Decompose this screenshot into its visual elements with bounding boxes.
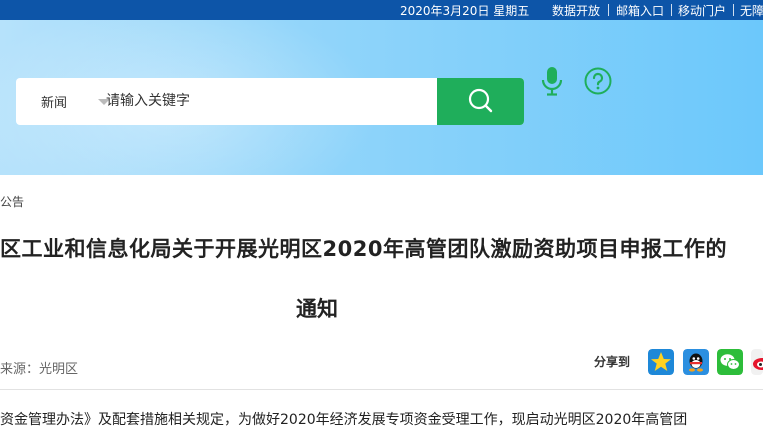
divider: [608, 4, 609, 16]
article-title: 区工业和信息化局关于开展光明区2020年高管团队激励资助项目申报工作的: [0, 237, 727, 261]
microphone-icon[interactable]: [540, 66, 564, 96]
help-icon[interactable]: [584, 67, 612, 95]
weibo-icon[interactable]: [751, 349, 763, 375]
link-open-data[interactable]: 数据开放: [552, 2, 600, 19]
qq-icon[interactable]: [683, 349, 709, 375]
breadcrumb[interactable]: 公告: [0, 193, 24, 210]
link-accessibility[interactable]: 无障: [740, 2, 763, 19]
article-body: 资金管理办法》及配套措施相关规定，为做好2020年经济发展专项资金受理工作，现启…: [0, 412, 688, 428]
article-title-continued: 通知: [296, 297, 338, 321]
article-source: 来源：光明区: [0, 362, 79, 377]
link-mailbox[interactable]: 邮箱入口: [616, 2, 664, 19]
link-mobile-portal[interactable]: 移动门户: [678, 2, 726, 19]
search-category-select[interactable]: 新闻: [41, 92, 67, 111]
qzone-icon[interactable]: [648, 349, 674, 375]
top-bar: 2020年3月20日 星期五 数据开放 邮箱入口 移动门户 无障: [0, 0, 763, 20]
section-divider: [0, 389, 763, 390]
search-input[interactable]: [106, 88, 426, 114]
share-label: 分享到: [594, 355, 631, 369]
search-banner: 新闻: [0, 20, 763, 175]
current-date: 2020年3月20日 星期五: [400, 4, 530, 18]
divider: [733, 4, 734, 16]
divider: [671, 4, 672, 16]
search-box: 新闻: [16, 78, 524, 125]
search-icon: [468, 88, 493, 113]
search-button[interactable]: [437, 78, 524, 125]
wechat-icon[interactable]: [717, 349, 743, 375]
